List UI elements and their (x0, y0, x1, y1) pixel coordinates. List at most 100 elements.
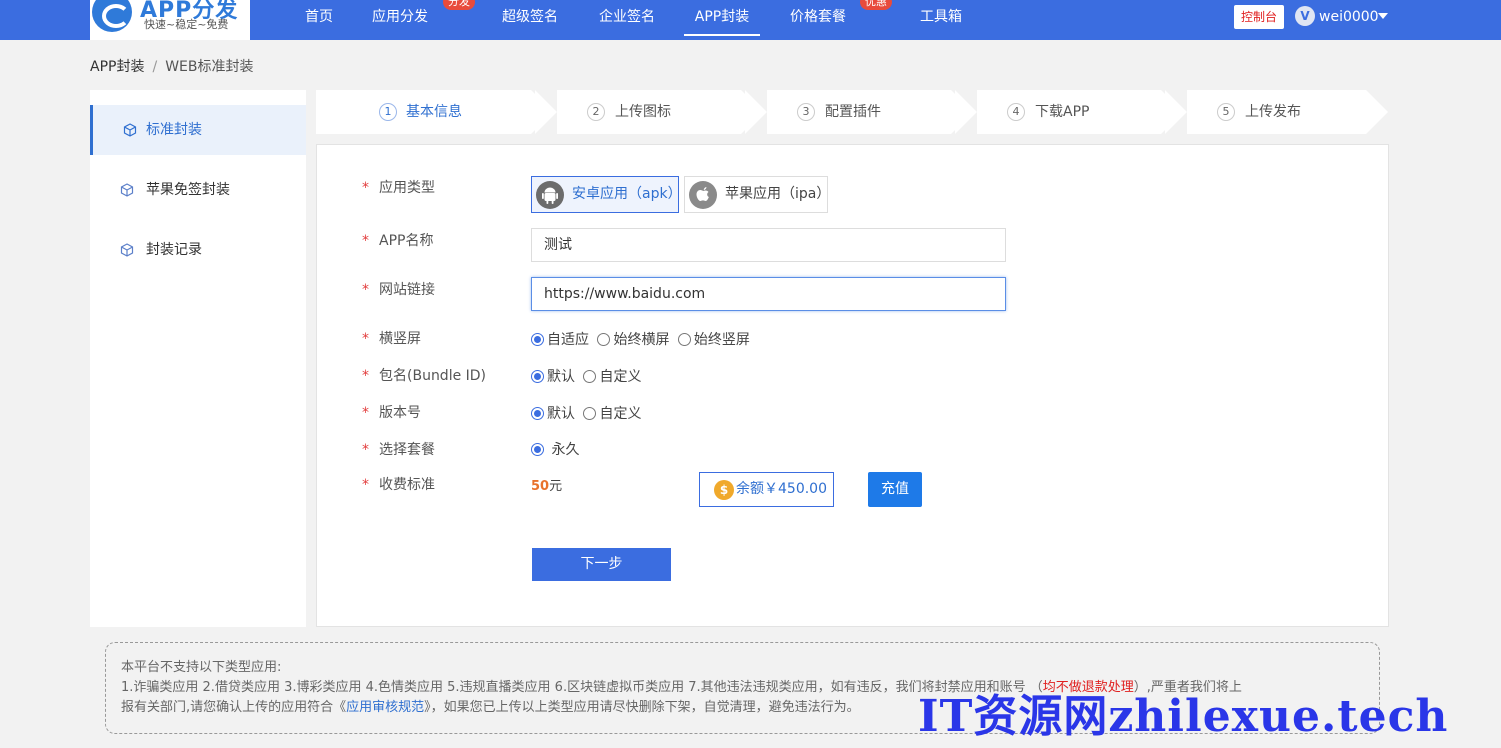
step-number: 5 (1217, 103, 1235, 121)
orientation-label: * 横竖屏 (362, 328, 421, 348)
orientation-portrait-radio[interactable] (677, 333, 691, 346)
logo-icon (92, 0, 132, 32)
chevron-down-icon[interactable] (1378, 13, 1388, 19)
required-mark: * (362, 282, 369, 298)
version-radio-group: 默认 自定义 (531, 403, 645, 423)
step-arrow (1366, 90, 1388, 134)
balance-display: $ 余额￥450.00 (699, 472, 834, 507)
brand-tagline: 快速~稳定~免费 (144, 18, 229, 31)
required-mark: * (362, 180, 369, 196)
package-label-text: 选择套餐 (379, 442, 435, 458)
bundle-custom-radio[interactable] (583, 370, 597, 383)
user-name[interactable]: wei0000 (1319, 0, 1379, 34)
fee-label: * 收费标准 (362, 474, 435, 494)
sidebar-item-apple-unsigned[interactable]: 苹果免签封装 (90, 165, 306, 215)
app-name-input[interactable]: 测试 (531, 228, 1006, 262)
step-arrow (531, 90, 553, 134)
breadcrumb-root[interactable]: APP封装 (90, 59, 144, 75)
sidebar-item-label: 封装记录 (146, 242, 202, 258)
next-step-button[interactable]: 下一步 (532, 548, 671, 581)
nav-item-toolbox[interactable]: 工具箱 (920, 0, 962, 36)
step-upload-icon: 2 上传图标 (535, 90, 763, 134)
step-label: 上传图标 (615, 104, 671, 120)
app-type-android-label: 安卓应用（apk） (572, 186, 682, 202)
cube-icon (123, 123, 137, 137)
required-mark: * (362, 331, 369, 347)
step-label: 下载APP (1035, 104, 1090, 120)
bundle-default-label[interactable]: 默认 (547, 369, 575, 385)
step-basic-info: 1 基本信息 (316, 90, 553, 134)
site-url-label: * 网站链接 (362, 279, 435, 299)
package-radio-group: 永久 (531, 439, 583, 459)
notice-line-2-end: 》，如果您已上传以上类型应用请尽快删除下架，自觉清理，避免违法行为。 (424, 700, 860, 715)
step-arrow (1161, 90, 1183, 134)
package-permanent-label[interactable]: 永久 (551, 442, 579, 458)
orientation-label-text: 横竖屏 (379, 331, 421, 347)
brand-logo[interactable]: APP分发 快速~稳定~免费 (90, 0, 250, 40)
step-arrow (741, 90, 763, 134)
site-url-input[interactable]: https://www.baidu.com (531, 277, 1006, 311)
required-mark: * (362, 233, 369, 249)
breadcrumb-current: WEB标准封装 (165, 59, 254, 75)
app-type-ios-label: 苹果应用（ipa） (725, 186, 831, 202)
nav-item-app-packaging[interactable]: APP封装 (684, 0, 760, 36)
step-number: 2 (587, 103, 605, 121)
orientation-portrait-label[interactable]: 始终竖屏 (694, 332, 750, 348)
notice-line-1-text: 1.诈骗类应用 2.借贷类应用 3.博彩类应用 4.色情类应用 5.违规直播类应… (121, 680, 1043, 695)
bundle-id-label: * 包名(Bundle ID) (362, 365, 486, 385)
step-label: 基本信息 (406, 104, 462, 120)
version-label: * 版本号 (362, 402, 421, 422)
sidebar: 标准封装 苹果免签封装 封装记录 (90, 90, 306, 627)
user-avatar[interactable]: V (1295, 6, 1315, 26)
version-label-text: 版本号 (379, 405, 421, 421)
nav-item-home[interactable]: 首页 (305, 0, 333, 36)
version-custom-label[interactable]: 自定义 (599, 406, 641, 422)
nav-item-enterprise-signature[interactable]: 企业签名 (599, 0, 655, 36)
sidebar-item-packaging-records[interactable]: 封装记录 (90, 225, 306, 275)
orientation-landscape-radio[interactable] (597, 333, 611, 346)
version-default-label[interactable]: 默认 (547, 406, 575, 422)
bundle-id-radio-group: 默认 自定义 (531, 366, 645, 386)
fee-amount: 50元 (531, 475, 562, 494)
orientation-adaptive-label[interactable]: 自适应 (547, 332, 589, 348)
version-custom-radio[interactable] (583, 407, 597, 420)
app-type-android-option[interactable]: 安卓应用（apk） (531, 176, 682, 213)
orientation-radio-group: 自适应 始终横屏 始终竖屏 (531, 329, 754, 349)
bundle-default-radio[interactable] (531, 370, 544, 383)
nav-item-super-signature[interactable]: 超级签名 (502, 0, 558, 36)
app-type-label-text: 应用类型 (379, 180, 435, 196)
version-default-radio[interactable] (531, 407, 544, 420)
bundle-id-label-text: 包名(Bundle ID) (379, 368, 487, 384)
orientation-landscape-label[interactable]: 始终横屏 (613, 332, 669, 348)
package-permanent-radio[interactable] (531, 443, 544, 456)
step-number: 3 (797, 103, 815, 121)
sidebar-item-label: 标准封装 (146, 122, 202, 138)
required-mark: * (362, 368, 369, 384)
sidebar-item-standard-packaging[interactable]: 标准封装 (90, 105, 306, 155)
nav-item-app-distribution[interactable]: 应用分发 (372, 0, 428, 36)
step-download-app: 4 下载APP (955, 90, 1183, 134)
step-upload-publish: 5 上传发布 (1165, 90, 1388, 134)
orientation-adaptive-radio[interactable] (531, 333, 544, 346)
nav-item-pricing[interactable]: 价格套餐 (790, 0, 846, 36)
recharge-button[interactable]: 充值 (868, 472, 922, 507)
review-policy-link[interactable]: 应用审核规范 (346, 700, 424, 715)
app-type-ios-option[interactable]: 苹果应用（ipa） (684, 176, 831, 213)
breadcrumb: APP封装 / WEB标准封装 (90, 56, 253, 76)
money-bag-icon: $ (714, 480, 734, 500)
form-panel: * 应用类型 安卓应用（apk） 苹果应用（ipa） * APP名称 测试 * 网站链… (316, 144, 1389, 627)
fee-unit: 元 (549, 479, 563, 494)
cube-icon (120, 243, 134, 257)
notice-line-2-text: 报有关部门,请您确认上传的应用符合《 (121, 700, 347, 715)
cube-icon (120, 183, 134, 197)
console-button[interactable]: 控制台 (1234, 5, 1284, 29)
watermark: IT资源网zhilexue.tech (918, 691, 1449, 742)
fee-label-text: 收费标准 (379, 477, 435, 493)
step-arrow (951, 90, 973, 134)
step-config-plugins: 3 配置插件 (745, 90, 973, 134)
nav-badge-distribution: 分发 (443, 0, 475, 10)
android-icon (536, 181, 564, 209)
required-mark: * (362, 405, 369, 421)
app-type-label: * 应用类型 (362, 177, 435, 197)
bundle-custom-label[interactable]: 自定义 (599, 369, 641, 385)
